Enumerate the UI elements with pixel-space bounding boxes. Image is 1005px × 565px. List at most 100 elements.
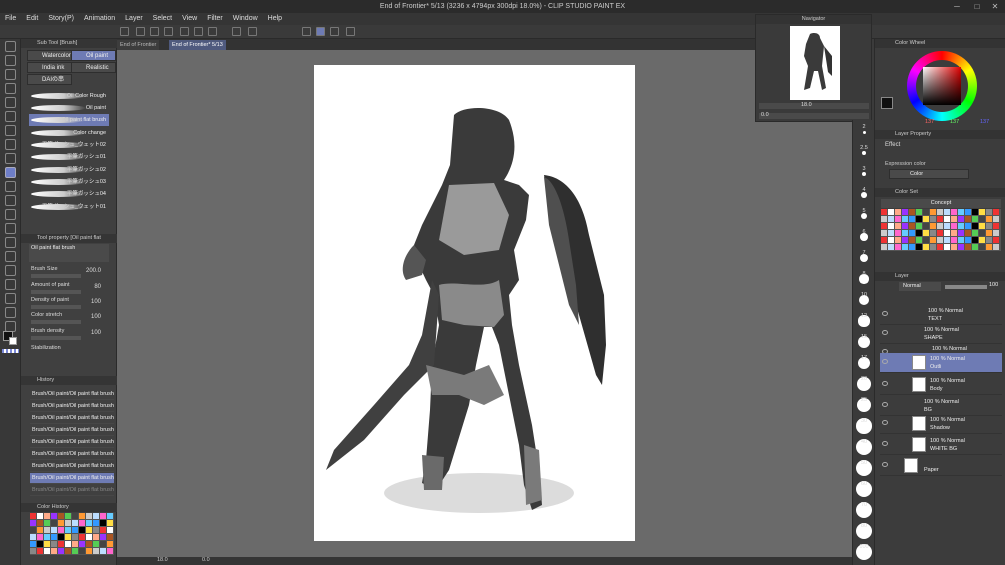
color-swatch[interactable] — [930, 223, 936, 229]
color-swatch[interactable] — [100, 548, 106, 554]
subtool-group-india-ink[interactable]: India ink — [27, 62, 72, 73]
menu-view[interactable]: View — [177, 13, 202, 25]
color-swatch[interactable] — [902, 244, 908, 250]
color-swatch[interactable] — [37, 548, 43, 554]
color-swatch[interactable] — [965, 216, 971, 222]
history-item[interactable]: Brush/Oil paint/Oil paint flat brush — [30, 437, 114, 448]
color-swatch[interactable] — [79, 513, 85, 519]
color-swatch[interactable] — [93, 513, 99, 519]
color-swatch[interactable] — [58, 534, 64, 540]
color-swatch[interactable] — [916, 230, 922, 236]
color-swatch[interactable] — [909, 209, 915, 215]
color-swatch[interactable] — [888, 237, 894, 243]
color-swatch[interactable] — [100, 534, 106, 540]
color-set-select[interactable]: Concept — [881, 199, 1001, 208]
color-swatch[interactable] — [923, 216, 929, 222]
color-swatch[interactable] — [937, 223, 943, 229]
brush-tool-icon[interactable] — [5, 167, 16, 178]
color-swatch[interactable] — [951, 209, 957, 215]
color-swatch[interactable] — [65, 513, 71, 519]
color-swatch[interactable] — [986, 244, 992, 250]
color-swatch[interactable] — [937, 237, 943, 243]
brush-item[interactable]: 平筆ガッシュ_ウェット01 — [29, 201, 109, 213]
color-swatch[interactable] — [65, 548, 71, 554]
operation-tool-icon[interactable] — [5, 97, 16, 108]
color-swatch[interactable] — [993, 209, 999, 215]
color-swatch[interactable] — [993, 216, 999, 222]
color-swatch[interactable] — [37, 527, 43, 533]
airbrush-tool-icon[interactable] — [5, 181, 16, 192]
color-swatch[interactable] — [881, 223, 887, 229]
color-swatch[interactable] — [58, 513, 64, 519]
color-swatch[interactable] — [972, 237, 978, 243]
color-swatch[interactable] — [37, 534, 43, 540]
brush-item-selected[interactable]: Oil paint flat brush — [29, 114, 109, 126]
color-swatch[interactable] — [902, 223, 908, 229]
navigator-preview[interactable] — [790, 26, 840, 100]
brush-size-dot[interactable] — [862, 130, 866, 134]
brush-item[interactable]: 平筆ガッシュ_ウェット02 — [29, 139, 109, 151]
color-swatch[interactable] — [958, 237, 964, 243]
color-swatch[interactable] — [979, 230, 985, 236]
balloon-tool-icon[interactable] — [5, 307, 16, 318]
color-swatch[interactable] — [986, 209, 992, 215]
color-swatch[interactable] — [916, 209, 922, 215]
color-swatch[interactable] — [993, 237, 999, 243]
color-swatch[interactable] — [86, 534, 92, 540]
layer-row[interactable]: 100 % Normal BG — [880, 396, 1002, 416]
brush-item[interactable]: 平筆ガッシュ01 — [29, 151, 109, 163]
menu-edit[interactable]: Edit — [21, 13, 43, 25]
color-swatch[interactable] — [993, 223, 999, 229]
color-swatch[interactable] — [72, 527, 78, 533]
color-swatch[interactable] — [58, 527, 64, 533]
color-swatch[interactable] — [100, 520, 106, 526]
brush-item[interactable]: 平筆ガッシュ03 — [29, 176, 109, 188]
frame-tool-icon[interactable] — [5, 279, 16, 290]
brush-item[interactable]: 平筆ガッシュ04 — [29, 188, 109, 200]
layer-row[interactable]: 100 % Normal TEXT — [880, 305, 1002, 325]
color-swatch[interactable] — [51, 534, 57, 540]
color-swatch[interactable] — [923, 209, 929, 215]
color-swatch[interactable] — [65, 534, 71, 540]
color-swatch[interactable] — [37, 520, 43, 526]
color-swatch[interactable] — [30, 527, 36, 533]
color-swatch[interactable] — [979, 223, 985, 229]
color-swatch[interactable] — [909, 216, 915, 222]
color-swatch[interactable] — [979, 216, 985, 222]
color-swatch[interactable] — [958, 209, 964, 215]
color-swatch[interactable] — [79, 541, 85, 547]
history-item[interactable]: Brush/Oil paint/Oil paint flat brush — [30, 413, 114, 424]
brush-item[interactable]: Oil paint — [29, 102, 109, 114]
opacity-slider[interactable] — [945, 285, 987, 289]
tab-document-active[interactable]: End of Frontier* 5/13 — [169, 40, 226, 50]
color-swatch[interactable] — [72, 541, 78, 547]
color-swatch[interactable] — [930, 209, 936, 215]
color-swatch[interactable] — [937, 230, 943, 236]
color-swatch[interactable] — [930, 237, 936, 243]
brush-size-dot[interactable] — [861, 171, 867, 177]
transform-icon[interactable] — [346, 27, 355, 36]
color-swatch[interactable] — [37, 513, 43, 519]
history-item[interactable]: Brush/Oil paint/Oil paint flat brush — [30, 425, 114, 436]
zoom-tool-icon[interactable] — [5, 41, 16, 52]
loading-icon[interactable] — [208, 27, 217, 36]
color-swatch[interactable] — [972, 223, 978, 229]
layer-row[interactable]: 100 % Normal WHITE BG — [880, 435, 1002, 455]
color-swatch[interactable] — [93, 541, 99, 547]
color-swatch[interactable] — [902, 237, 908, 243]
color-swatch[interactable] — [881, 244, 887, 250]
color-swatch[interactable] — [909, 237, 915, 243]
color-swatch[interactable] — [979, 237, 985, 243]
color-swatch[interactable] — [951, 223, 957, 229]
gradient-icon[interactable] — [248, 27, 257, 36]
color-swatch[interactable] — [888, 244, 894, 250]
color-swatch[interactable] — [930, 244, 936, 250]
color-swatch[interactable] — [44, 534, 50, 540]
color-swatch[interactable] — [909, 223, 915, 229]
color-swatch[interactable] — [44, 541, 50, 547]
color-swatch[interactable] — [958, 244, 964, 250]
color-swatch[interactable] — [937, 244, 943, 250]
color-swatch[interactable] — [895, 237, 901, 243]
color-swatch[interactable] — [923, 230, 929, 236]
color-swatch[interactable] — [86, 513, 92, 519]
